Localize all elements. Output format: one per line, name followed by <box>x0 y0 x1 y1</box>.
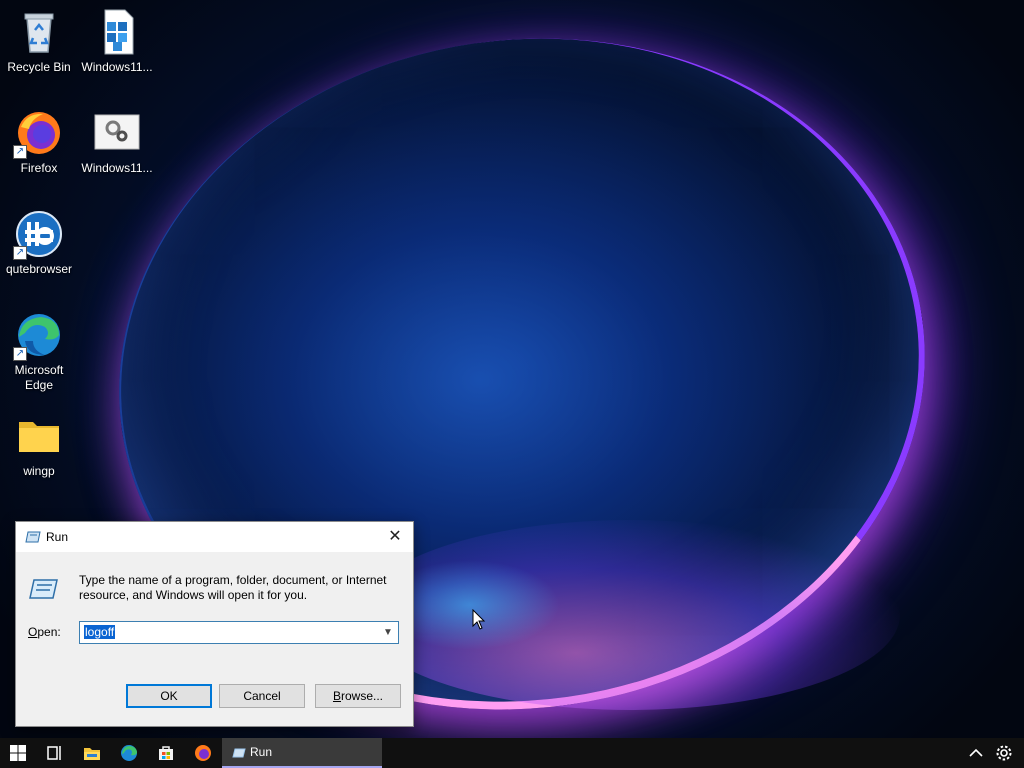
firefox-taskbar-button[interactable] <box>185 738 221 768</box>
desktop-icon-label: Recycle Bin <box>7 60 71 74</box>
shortcut-arrow-icon: ↗ <box>13 246 27 260</box>
desktop-icon-label: Windows11... <box>81 60 153 74</box>
browse-button[interactable]: Browse... <box>315 684 401 708</box>
cancel-button[interactable]: Cancel <box>219 684 305 708</box>
store-taskbar-button[interactable] <box>148 738 184 768</box>
store-icon <box>159 746 173 760</box>
start-button[interactable] <box>0 738 36 768</box>
gear-icon <box>996 745 1012 761</box>
run-large-icon <box>29 579 58 599</box>
desktop-icon-microsoft-edge[interactable]: ↗ Microsoft Edge <box>1 311 77 393</box>
run-description: Type the name of a program, folder, docu… <box>79 573 387 602</box>
installer-package-icon <box>93 8 141 56</box>
desktop-icon-label: wingp <box>23 464 55 478</box>
settings-file-icon <box>93 109 141 157</box>
qutebrowser-icon: ↗ <box>13 210 63 260</box>
close-button[interactable]: ✕ <box>383 526 407 548</box>
run-taskbar-button[interactable]: Run <box>222 738 382 768</box>
desktop-icon-label: qutebrowser <box>5 262 73 276</box>
taskbar: Run <box>0 738 1024 768</box>
desktop-icon-windows11-settings[interactable]: Windows11... <box>79 109 155 176</box>
open-label: Open: <box>28 625 61 639</box>
desktop-icon-qutebrowser[interactable]: ↗ qutebrowser <box>1 210 77 277</box>
desktop-icon-wingp-folder[interactable]: wingp <box>1 412 77 479</box>
ok-button[interactable]: OK <box>126 684 212 708</box>
file-explorer-button[interactable] <box>74 738 110 768</box>
desktop-icon-windows11-package[interactable]: Windows11... <box>79 8 155 75</box>
desktop-icon-label: Firefox <box>20 161 58 175</box>
firefox-icon: ↗ <box>13 109 63 159</box>
settings-button[interactable] <box>986 738 1022 768</box>
edge-icon <box>121 745 137 761</box>
edge-icon: ↗ <box>13 311 63 361</box>
run-dialog: Run ✕ Type the name of a program, folder… <box>15 521 414 727</box>
recycle-bin-icon <box>15 8 63 56</box>
run-app-icon <box>25 531 41 543</box>
run-title-bar[interactable]: Run ✕ <box>16 522 413 552</box>
chevron-down-icon[interactable]: ▼ <box>380 623 396 642</box>
firefox-icon <box>195 745 211 761</box>
run-app-icon <box>232 748 246 758</box>
mouse-cursor-icon <box>472 609 486 630</box>
desktop-icon-firefox[interactable]: ↗ Firefox <box>1 109 77 176</box>
chevron-up-icon <box>969 748 983 757</box>
edge-taskbar-button[interactable] <box>111 738 147 768</box>
task-view-button[interactable] <box>36 738 72 768</box>
run-taskbar-label: Run <box>250 745 273 759</box>
desktop-icon-label: Windows11... <box>81 161 153 175</box>
file-explorer-icon <box>84 748 100 760</box>
open-combobox[interactable]: logoff ▼ <box>79 621 399 644</box>
start-icon <box>10 745 26 761</box>
open-input-value[interactable]: logoff <box>84 625 116 639</box>
desktop-icon-recycle-bin[interactable]: Recycle Bin <box>1 8 77 75</box>
desktop-icon-label: Microsoft Edge <box>14 363 64 392</box>
shortcut-arrow-icon: ↗ <box>13 145 27 159</box>
run-title: Run <box>46 530 69 544</box>
shortcut-arrow-icon: ↗ <box>13 347 27 361</box>
folder-icon <box>15 412 63 460</box>
task-view-icon <box>47 746 61 760</box>
run-body: Type the name of a program, folder, docu… <box>16 552 413 726</box>
